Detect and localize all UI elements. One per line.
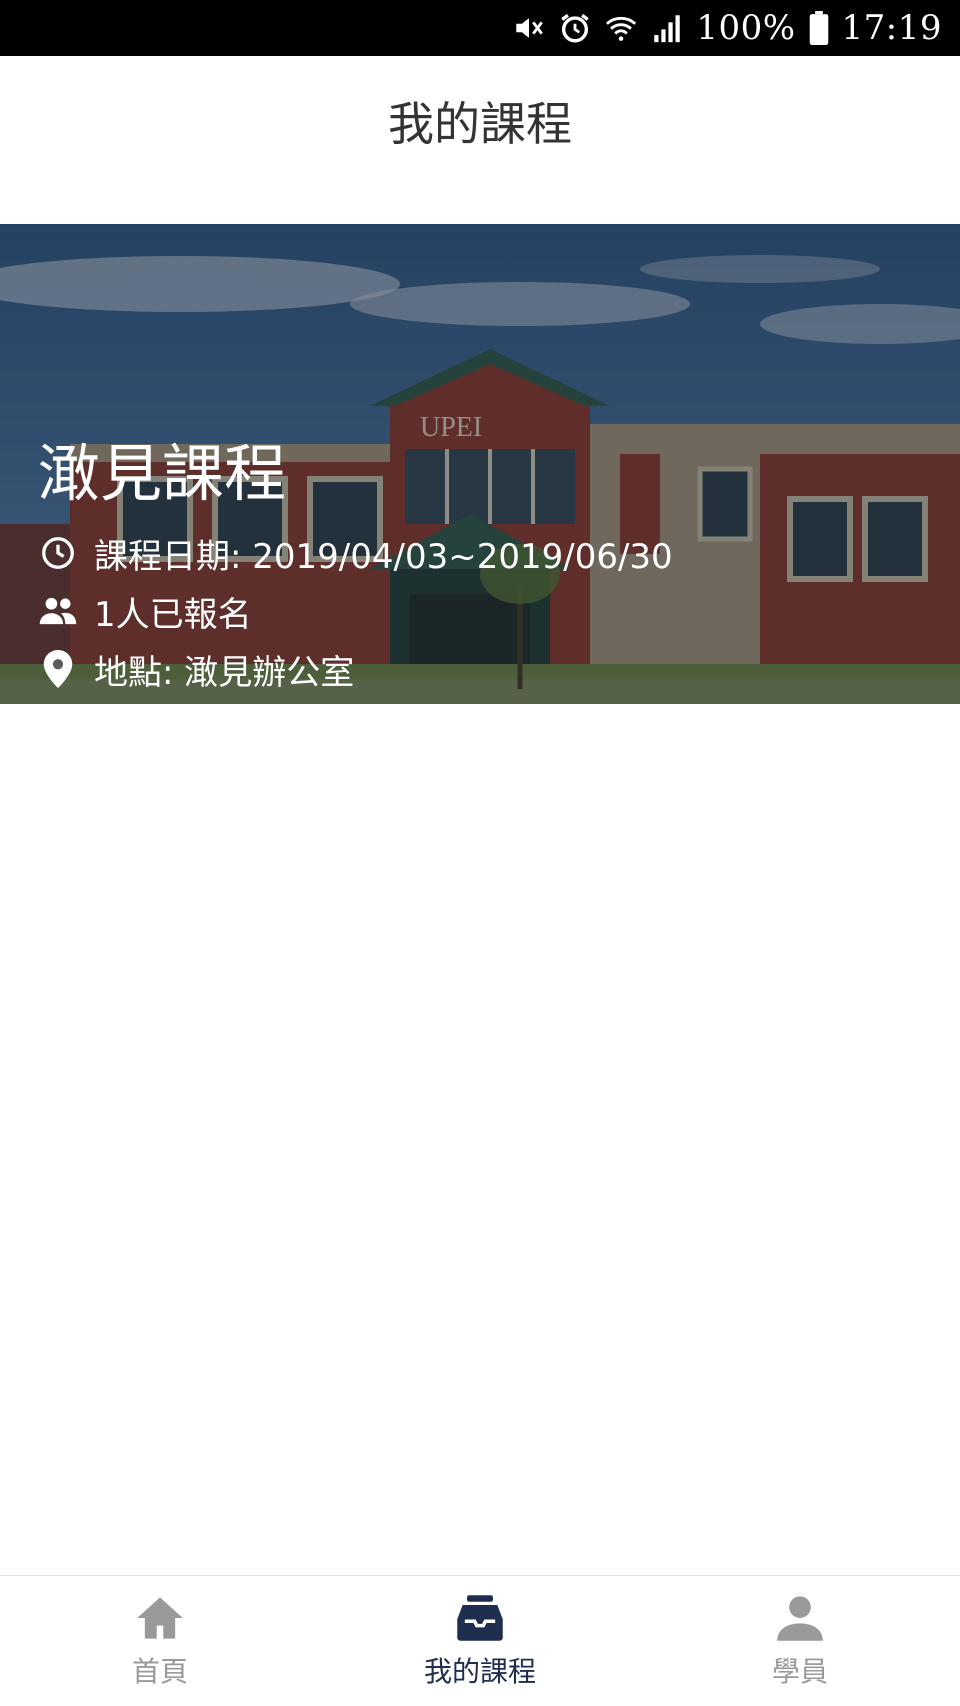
enrolled-count: 1人已報名 bbox=[94, 594, 252, 635]
nav-item-my-courses[interactable]: 我的課程 bbox=[320, 1576, 640, 1706]
course-date: 課程日期: 2019/04/03~2019/06/30 bbox=[94, 536, 673, 577]
course-card[interactable]: UPEI 澉見課程 課程日期: 2019/04/03~2019/06/30 1人… bbox=[0, 224, 960, 704]
mute-icon bbox=[512, 11, 546, 45]
wifi-icon bbox=[604, 11, 638, 45]
page-title: 我的課程 bbox=[388, 97, 572, 151]
person-icon bbox=[777, 1596, 823, 1641]
location-pin-icon bbox=[38, 649, 78, 689]
course-date-row: 課程日期: 2019/04/03~2019/06/30 bbox=[38, 524, 673, 582]
inbox-icon bbox=[457, 1595, 503, 1641]
nav-item-students[interactable]: 學員 bbox=[640, 1576, 960, 1706]
people-icon bbox=[38, 591, 78, 631]
course-title: 澉見課程 bbox=[38, 437, 287, 510]
nav-item-home[interactable]: 首頁 bbox=[0, 1576, 320, 1706]
location-row: 地點: 澉見辦公室 bbox=[38, 640, 673, 698]
battery-icon bbox=[808, 11, 830, 45]
bottom-navigation: 首頁 我的課程 學員 bbox=[0, 1575, 960, 1706]
signal-icon bbox=[650, 11, 684, 45]
clock-time: 17:19 bbox=[841, 8, 942, 48]
home-icon bbox=[137, 1597, 183, 1639]
nav-label-students: 學員 bbox=[771, 1655, 828, 1688]
course-location: 地點: 澉見辦公室 bbox=[94, 652, 355, 693]
clock-icon bbox=[38, 533, 78, 573]
nav-label-my-courses: 我的課程 bbox=[423, 1655, 536, 1688]
status-bar: 100% 17:19 bbox=[0, 0, 960, 56]
battery-percent: 100% bbox=[696, 8, 796, 48]
enrolled-row: 1人已報名 bbox=[38, 582, 673, 640]
nav-label-home: 首頁 bbox=[131, 1655, 188, 1688]
alarm-icon bbox=[558, 11, 592, 45]
course-info: 澉見課程 課程日期: 2019/04/03~2019/06/30 1人已報名 地… bbox=[38, 438, 673, 698]
header: 我的課程 bbox=[0, 56, 960, 186]
